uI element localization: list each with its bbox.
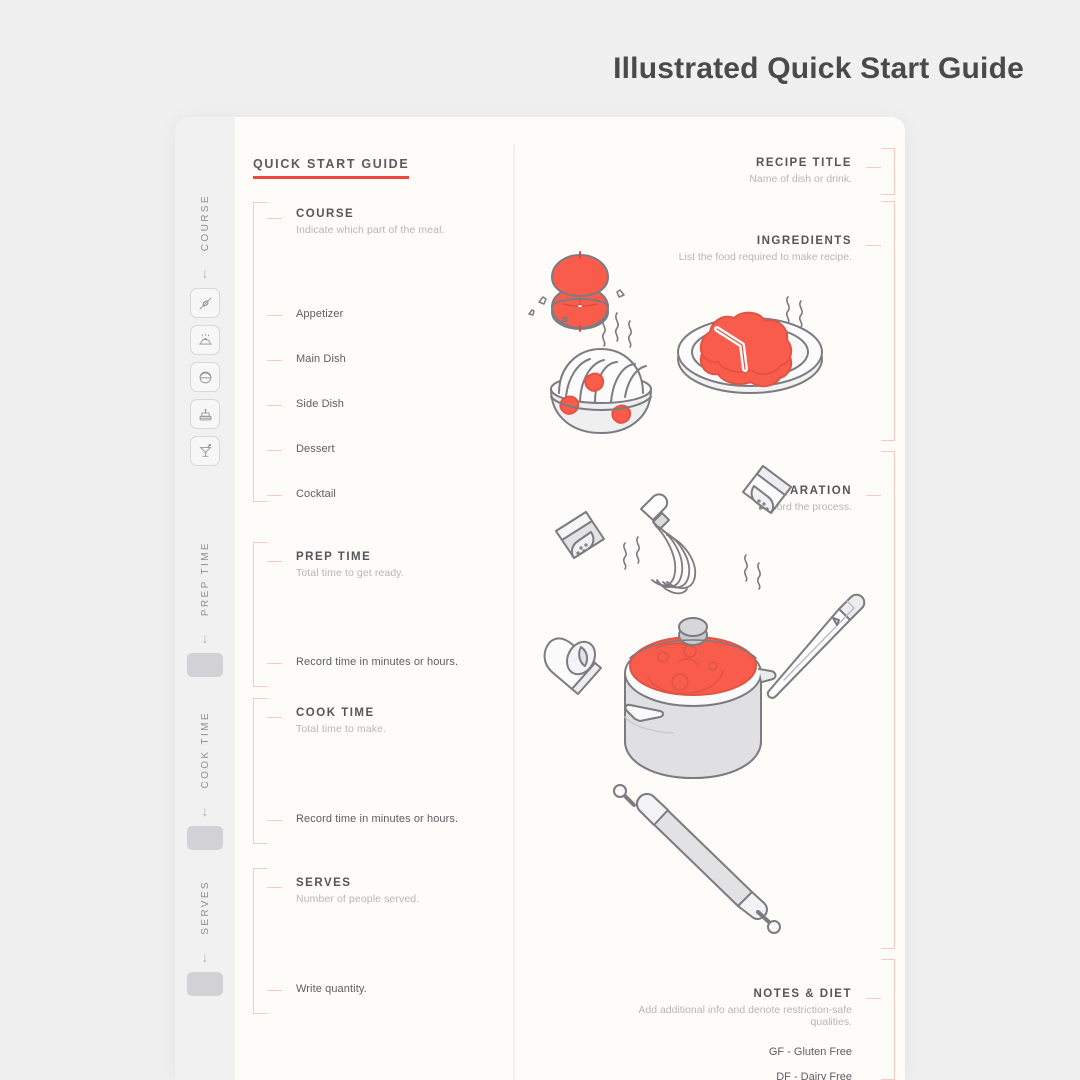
quick-start-guide-label: QUICK START GUIDE (253, 157, 410, 171)
bracket (253, 698, 267, 844)
bracket-tick (267, 820, 282, 821)
bracket (881, 959, 895, 1080)
section-title: NOTES & DIET (753, 988, 852, 1000)
cook-time-hint: Record time in minutes or hours. (296, 813, 459, 825)
section-title: COURSE (296, 208, 355, 220)
right-section-ingredients: INGREDIENTS List the food required to ma… (635, 201, 895, 441)
bracket-tick (267, 218, 282, 219)
sidebar-group-serves-label: SERVES (199, 880, 211, 935)
steam-noodles (601, 312, 632, 348)
guide-document: COURSE ↓ PREP TIME ↓ COOK TIME ↓ SERVES … (175, 117, 905, 1080)
bracket-tick (267, 663, 282, 664)
course-option-main-dish[interactable]: Main Dish (296, 353, 346, 365)
serves-input-box[interactable] (187, 971, 223, 996)
course-option-appetizer[interactable]: Appetizer (296, 308, 343, 320)
section-subtitle: Add additional info and denote restricti… (638, 1004, 852, 1028)
cloche-icon[interactable] (190, 325, 220, 356)
left-section-prep-time: PREP TIME Total time to get ready. Recor… (253, 542, 503, 687)
bracket-tick (267, 561, 282, 562)
serves-heading: SERVES Number of people served. (296, 877, 419, 905)
section-subtitle: Total time to make. (296, 723, 387, 735)
bracket (253, 202, 267, 502)
bracket (253, 542, 267, 687)
quick-start-guide-header: QUICK START GUIDE (253, 157, 410, 179)
section-title: RECIPE TITLE (756, 157, 852, 169)
bracket-tick (866, 998, 881, 999)
down-arrow-icon: ↓ (201, 948, 209, 965)
right-section-recipe-title: RECIPE TITLE Name of dish or drink. (635, 148, 895, 195)
bracket-tick (267, 360, 282, 361)
serves-hint: Write quantity. (296, 983, 367, 995)
sidebar-group-prep-time-label: PREP TIME (199, 541, 211, 617)
bracket-tick (267, 405, 282, 406)
left-section-cook-time: COOK TIME Total time to make. Record tim… (253, 698, 503, 844)
prep-time-input-box[interactable] (187, 653, 223, 678)
measuring-cup-icon (543, 637, 602, 695)
bracket-tick (267, 887, 282, 888)
bracket-tick (866, 245, 881, 246)
sidebar: COURSE ↓ PREP TIME ↓ COOK TIME ↓ SERVES … (175, 117, 235, 1080)
diet-note-gluten-free: GF - Gluten Free (768, 1046, 852, 1058)
rice-bowl-icon[interactable] (190, 362, 220, 393)
section-subtitle: Total time to get ready. (296, 567, 404, 579)
preparation-heading: PREPARATION Record the process. (754, 485, 853, 513)
sidebar-group-cook-time: COOK TIME ↓ (175, 711, 235, 850)
cake-icon[interactable] (190, 399, 220, 430)
left-section-serves: SERVES Number of people served. Write qu… (253, 868, 503, 1014)
bracket (881, 148, 895, 195)
sidebar-group-course-label: COURSE (199, 194, 211, 252)
prep-time-heading: PREP TIME Total time to get ready. (296, 551, 404, 579)
down-arrow-icon: ↓ (201, 630, 209, 647)
cocktail-glass-icon[interactable] (190, 436, 220, 467)
sliced-tomato-icon (528, 251, 625, 332)
page-title: Illustrated Quick Start Guide (613, 52, 1024, 85)
column-divider (513, 145, 515, 1080)
section-title: PREPARATION (753, 485, 852, 497)
course-option-cocktail[interactable]: Cocktail (296, 488, 336, 500)
bracket (881, 201, 895, 441)
section-subtitle: List the food required to make recipe. (678, 251, 852, 263)
sidebar-group-serves: SERVES ↓ (175, 880, 235, 996)
bracket (253, 868, 267, 1014)
prep-time-hint: Record time in minutes or hours. (296, 656, 459, 668)
down-arrow-icon: ↓ (201, 802, 209, 819)
section-subtitle: Record the process. (758, 501, 852, 513)
right-section-notes-diet: NOTES & DIET Add additional info and den… (595, 959, 895, 1080)
bracket-tick (267, 495, 282, 496)
section-title: COOK TIME (296, 707, 375, 719)
course-heading: COURSE Indicate which part of the meal. (296, 208, 445, 236)
left-section-course: COURSE Indicate which part of the meal. … (253, 202, 503, 502)
guide-page: QUICK START GUIDE COURSE Indicate which … (235, 117, 905, 1080)
sidebar-group-course: COURSE ↓ (175, 194, 235, 473)
right-section-preparation: PREPARATION Record the process. (635, 451, 895, 949)
course-option-side-dish[interactable]: Side Dish (296, 398, 344, 410)
cook-time-heading: COOK TIME Total time to make. (296, 707, 386, 735)
diet-note-dairy-free: DF - Dairy Free (776, 1071, 852, 1080)
section-title: INGREDIENTS (756, 235, 852, 247)
section-title: PREP TIME (296, 551, 372, 563)
bracket-tick (866, 167, 881, 168)
bracket-tick (267, 450, 282, 451)
bracket (881, 451, 895, 949)
header-underline (253, 176, 410, 179)
section-subtitle: Number of people served. (296, 893, 420, 905)
course-option-dessert[interactable]: Dessert (296, 443, 335, 455)
pepper-shaker-icon (555, 511, 605, 559)
ingredients-heading: INGREDIENTS List the food required to ma… (679, 235, 852, 263)
cook-time-input-box[interactable] (187, 825, 223, 850)
down-arrow-icon: ↓ (201, 265, 209, 282)
skewer-icon[interactable] (190, 288, 220, 319)
sidebar-group-cook-time-label: COOK TIME (199, 711, 211, 789)
bracket-tick (267, 315, 282, 316)
bracket-tick (267, 717, 282, 718)
bracket-tick (866, 495, 881, 496)
sidebar-group-prep-time: PREP TIME ↓ (175, 541, 235, 678)
section-subtitle: Indicate which part of the meal. (296, 224, 445, 236)
bracket-tick (267, 990, 282, 991)
notes-diet-heading: NOTES & DIET Add additional info and den… (595, 988, 852, 1028)
section-subtitle: Name of dish or drink. (749, 173, 852, 185)
section-title: SERVES (296, 877, 352, 889)
recipe-title-heading: RECIPE TITLE Name of dish or drink. (749, 157, 852, 185)
